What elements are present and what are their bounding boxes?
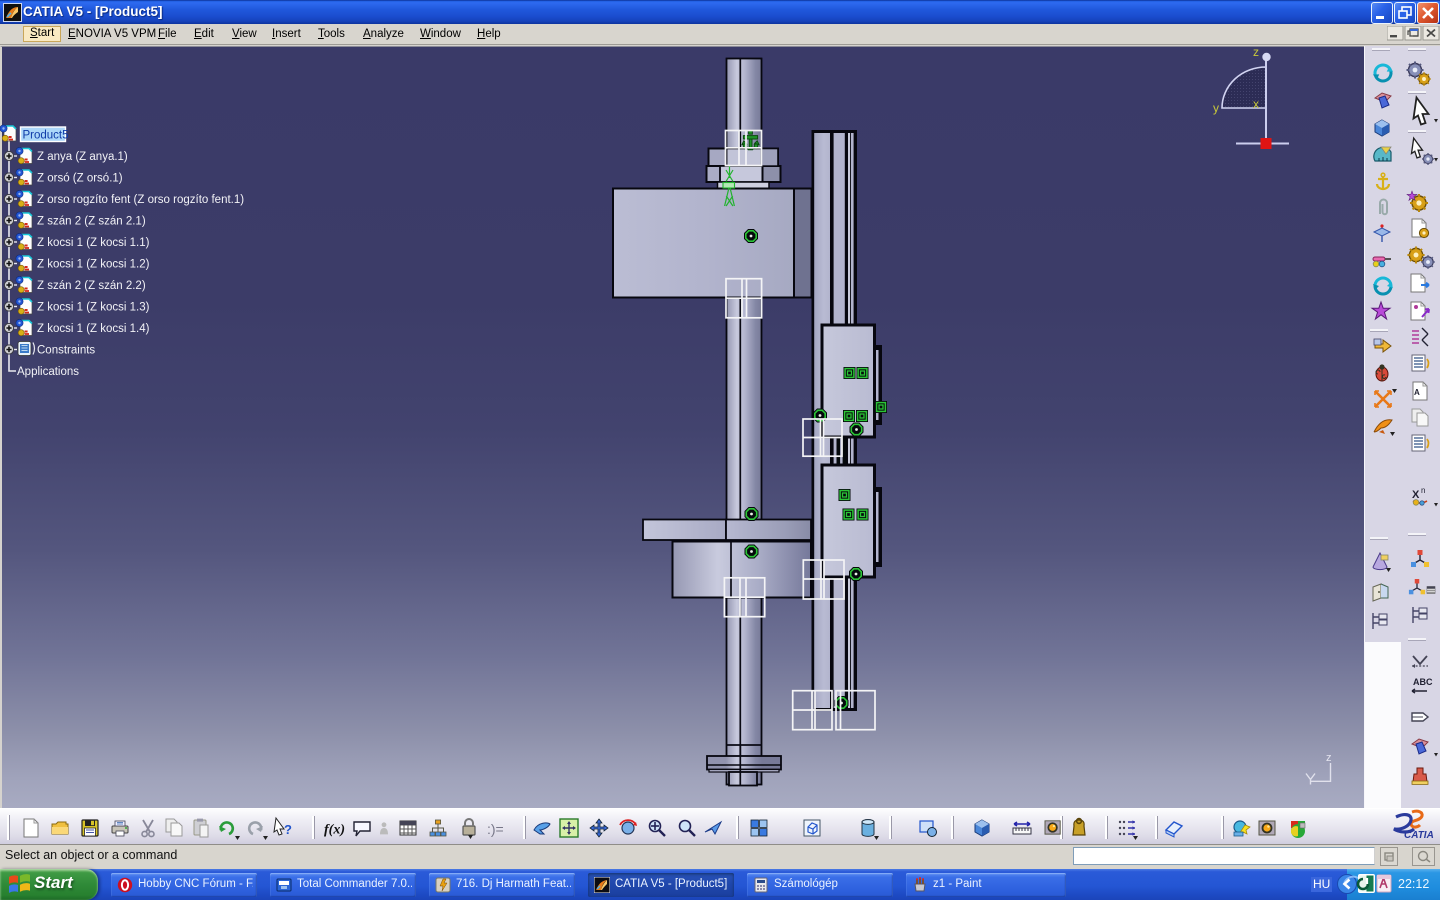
- svg-text:z: z: [1326, 752, 1332, 764]
- svg-text:Constraints: Constraints: [37, 345, 95, 357]
- svg-text:y: y: [1213, 101, 1219, 115]
- svg-text:Applications: Applications: [17, 366, 79, 378]
- svg-text:Z kocsi 1 (Z kocsi 1.1): Z kocsi 1 (Z kocsi 1.1): [37, 237, 150, 249]
- svg-text:z: z: [1253, 46, 1259, 59]
- svg-text:Z kocsi 1 (Z kocsi 1.3): Z kocsi 1 (Z kocsi 1.3): [37, 302, 150, 314]
- svg-text:Z orso rogzíto fent (Z orso ro: Z orso rogzíto fent (Z orso rogzíto fent…: [37, 194, 244, 206]
- svg-text:Z anya (Z anya.1): Z anya (Z anya.1): [37, 151, 128, 163]
- svg-text:A: A: [1414, 388, 1420, 397]
- svg-text:Z kocsi 1 (Z kocsi 1.4): Z kocsi 1 (Z kocsi 1.4): [37, 323, 150, 335]
- svg-text:CATIA: CATIA: [1404, 830, 1434, 841]
- svg-text:Z szán 2 (Z szán 2.1): Z szán 2 (Z szán 2.1): [37, 216, 146, 228]
- svg-text:Product5: Product5: [23, 130, 69, 142]
- svg-text:Z kocsi 1 (Z kocsi 1.2): Z kocsi 1 (Z kocsi 1.2): [37, 259, 150, 271]
- svg-text:x: x: [1253, 97, 1259, 111]
- svg-text:Z szán 2 (Z szán 2.2): Z szán 2 (Z szán 2.2): [37, 280, 146, 292]
- svg-text:Z orsó (Z orsó.1): Z orsó (Z orsó.1): [37, 173, 123, 185]
